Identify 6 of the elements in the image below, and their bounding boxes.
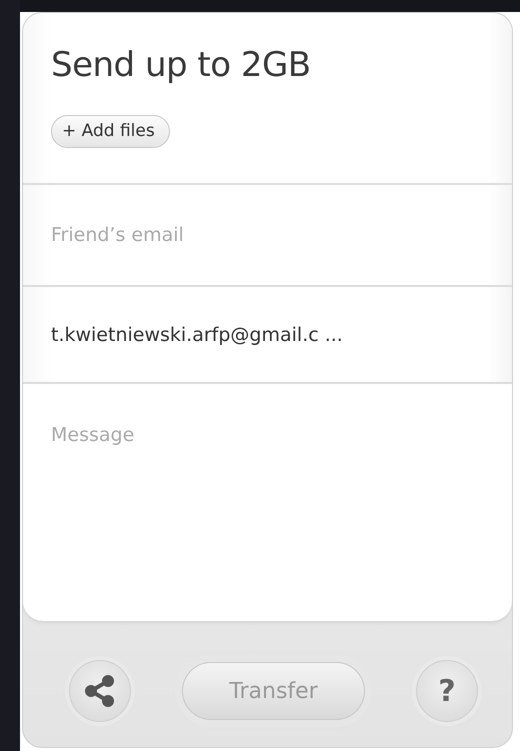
share-icon (85, 675, 115, 707)
panel-title: Send up to 2GB (51, 45, 311, 85)
message-field[interactable]: Message (23, 382, 512, 621)
email-field[interactable]: t.kwietniewski.arfp@gmail.c ... (23, 285, 512, 382)
add-files-button[interactable]: + Add files (51, 115, 170, 148)
email-field[interactable]: Friend’s email (23, 183, 512, 285)
